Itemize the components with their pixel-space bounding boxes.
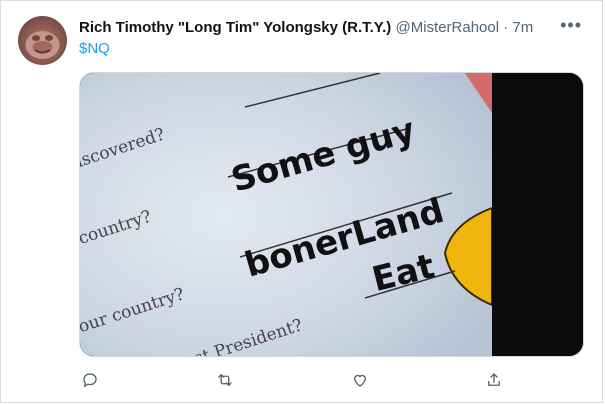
more-options-icon[interactable]: ••• xyxy=(560,16,582,34)
author-name[interactable]: Rich Timothy "Long Tim" Yolongsky (R.T.Y… xyxy=(79,19,391,36)
separator-dot: · xyxy=(503,19,509,36)
retweet-icon[interactable] xyxy=(214,369,236,391)
avatar[interactable] xyxy=(18,16,67,65)
share-icon[interactable] xyxy=(483,369,505,391)
like-icon[interactable] xyxy=(349,369,371,391)
tweet-time[interactable]: 7m xyxy=(512,19,533,36)
tweet-text: $NQ xyxy=(79,39,110,59)
tweet-header: Rich Timothy "Long Tim" Yolongsky (R.T.Y… xyxy=(79,18,533,38)
tweet-card[interactable]: Rich Timothy "Long Tim" Yolongsky (R.T.Y… xyxy=(0,0,603,403)
author-handle[interactable]: @MisterRahool xyxy=(395,19,499,36)
reply-icon[interactable] xyxy=(79,369,101,391)
tweet-actions xyxy=(79,369,509,391)
cashtag-link[interactable]: $NQ xyxy=(79,40,110,57)
tweet-media-image[interactable]: iscovered? country? our country? first P… xyxy=(79,72,584,357)
